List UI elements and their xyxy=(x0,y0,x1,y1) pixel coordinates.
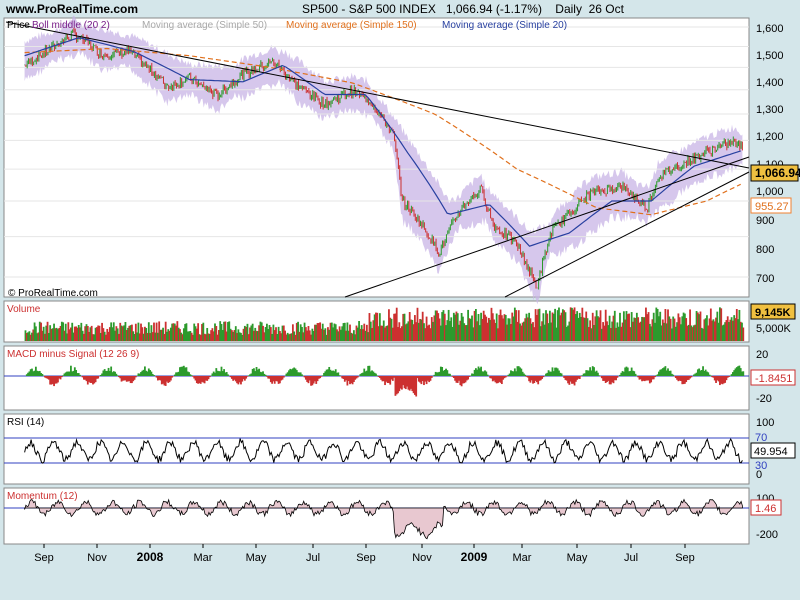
rsi-y-tick: 100 xyxy=(756,417,774,429)
macd-bar xyxy=(320,376,323,377)
macd-bar xyxy=(415,376,418,397)
x-tick-label: Mar xyxy=(513,552,532,564)
y-tick: 1,400 xyxy=(756,77,784,89)
y-tick: 900 xyxy=(756,215,774,227)
macd-bar xyxy=(246,376,249,377)
macd-bar xyxy=(97,376,100,379)
legend-ma150: Moving average (Simple 150) xyxy=(286,20,417,31)
momentum-panel[interactable] xyxy=(3,487,750,545)
chart-canvas[interactable]: Price Boll middle (20 2) Moving average … xyxy=(0,0,800,600)
macd-bar xyxy=(728,376,730,377)
x-tick-label: Jul xyxy=(624,552,638,564)
macd-bar xyxy=(264,374,267,376)
rsi-70-tag: 70 xyxy=(755,432,767,444)
macd-bar xyxy=(524,374,527,376)
macd-bar xyxy=(60,376,63,378)
rsi-value: 49.954 xyxy=(754,446,788,458)
x-tick-label: Mar xyxy=(194,552,213,564)
macd-bar xyxy=(709,375,712,376)
macd-bar xyxy=(672,374,675,376)
x-tick-label: Jul xyxy=(306,552,320,564)
macd-bar xyxy=(376,375,379,376)
price-y-axis: 1,600 1,500 1,400 1,300 1,200 1,100 1,00… xyxy=(756,23,784,285)
y-tick: 700 xyxy=(756,273,774,285)
macd-bar xyxy=(282,376,285,378)
macd-bar xyxy=(742,371,745,376)
macd-bar xyxy=(486,374,489,376)
macd-bar xyxy=(208,376,211,378)
macd-y-tick: 20 xyxy=(756,349,768,361)
legend-ma20: Moving average (Simple 20) xyxy=(442,20,567,31)
volume-label: Volume xyxy=(7,304,41,315)
macd-bar xyxy=(690,376,693,378)
macd-bar xyxy=(153,375,155,376)
x-tick-label: May xyxy=(246,552,267,564)
momentum-value: 1.46 xyxy=(755,503,776,515)
y-tick: 1,000 xyxy=(756,186,784,198)
momentum-y-tick: -200 xyxy=(756,529,778,541)
macd-bar xyxy=(560,373,563,376)
legend-price: Price xyxy=(7,20,30,31)
macd-bar xyxy=(616,376,619,378)
macd-bar xyxy=(654,376,656,378)
x-tick-label: Sep xyxy=(675,552,695,564)
volume-value: 9,145K xyxy=(755,307,791,319)
last-price-value: 1,066.94 xyxy=(755,166,800,180)
ma150-value: 955.27 xyxy=(755,201,789,213)
macd-bar xyxy=(338,375,341,376)
y-tick: 1,600 xyxy=(756,23,784,35)
momentum-label: Momentum (12) xyxy=(7,491,78,502)
legend-item: Price xyxy=(7,20,30,31)
macd-bar xyxy=(227,374,229,376)
macd-bar xyxy=(79,374,81,376)
rsi-30-tag: 30 xyxy=(755,460,767,472)
y-tick: 1,300 xyxy=(756,104,784,116)
macd-bar xyxy=(190,375,193,376)
macd-y-tick: -20 xyxy=(756,393,772,405)
macd-bar xyxy=(430,376,433,378)
macd-bar xyxy=(468,376,471,377)
x-axis: Sep Nov 2008 Mar May Jul Sep Nov 2009 Mar May Jul Se… xyxy=(34,544,695,564)
y-tick: 1,200 xyxy=(756,131,784,143)
x-tick-label: Sep xyxy=(356,552,376,564)
macd-bar xyxy=(580,376,582,377)
x-tick-label: May xyxy=(567,552,588,564)
macd-bar xyxy=(116,375,119,376)
legend-ma50: Moving average (Simple 50) xyxy=(142,20,267,31)
y-tick: 1,500 xyxy=(756,50,784,62)
x-tick-label: Nov xyxy=(412,552,432,564)
macd-label: MACD minus Signal (12 26 9) xyxy=(7,349,139,360)
x-tick-label: 2009 xyxy=(461,550,488,564)
macd-bar xyxy=(134,376,137,378)
watermark: © ProRealTime.com xyxy=(8,288,98,299)
x-tick-label: Sep xyxy=(34,552,54,564)
macd-bar xyxy=(598,375,601,376)
macd-bar xyxy=(356,376,359,378)
y-tick: 800 xyxy=(756,244,774,256)
legend-boll: Boll middle (20 2) xyxy=(32,20,110,31)
rsi-panel[interactable] xyxy=(3,413,750,485)
x-tick-label: Nov xyxy=(87,552,107,564)
volume-y-tick: 5,000K xyxy=(756,323,792,335)
macd-bar xyxy=(542,376,545,378)
macd-value: -1.8451 xyxy=(755,373,792,385)
volume-bar xyxy=(742,327,745,341)
rsi-label: RSI (14) xyxy=(7,417,44,428)
x-tick-label: 2008 xyxy=(137,550,164,564)
